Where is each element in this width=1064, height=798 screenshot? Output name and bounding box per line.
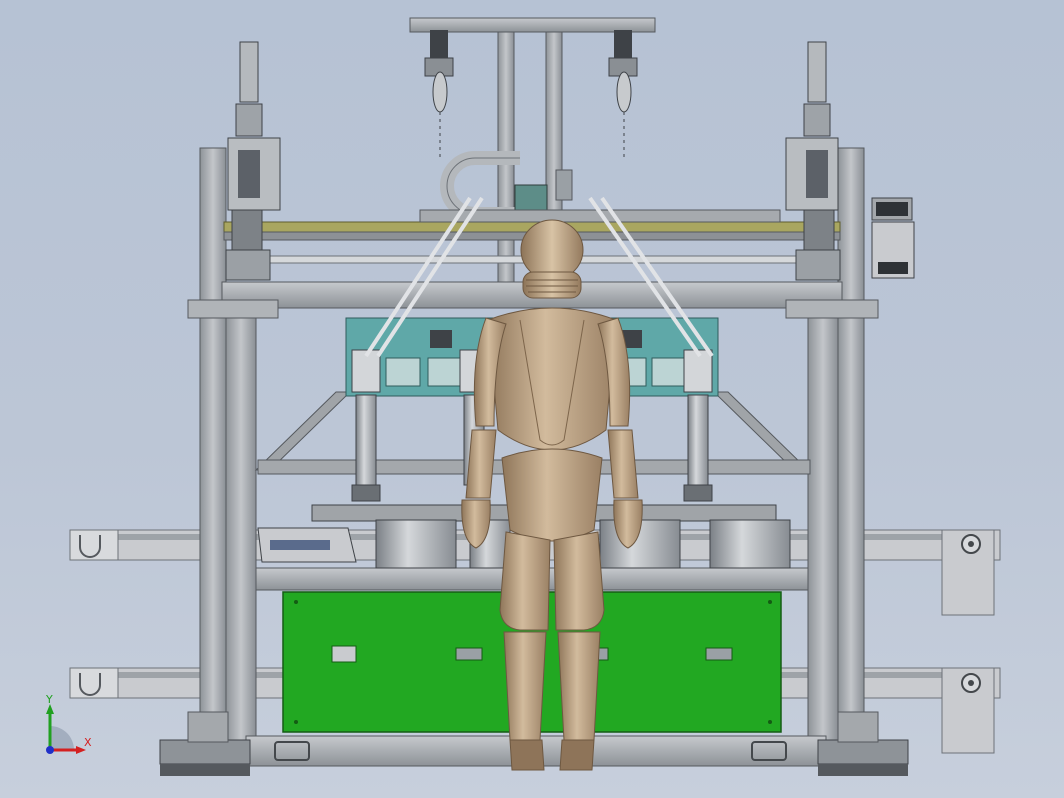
- coordinate-triad-icon: Y X: [45, 693, 92, 754]
- cad-model-viewport[interactable]: Y X: [0, 0, 1064, 798]
- x-axis-label: X: [84, 736, 92, 749]
- top-gripper-right: [608, 30, 638, 158]
- left-actuator-column: [225, 41, 281, 281]
- y-axis-label: Y: [45, 693, 53, 706]
- top-gripper-left: [424, 30, 454, 158]
